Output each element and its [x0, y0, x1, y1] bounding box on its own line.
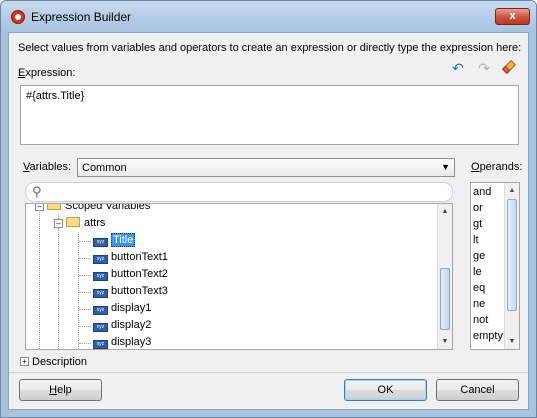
- tree-leaf-label: buttonText2: [111, 268, 168, 280]
- tree-guide: [58, 214, 59, 349]
- tree-node-scoped-variables[interactable]: – Scoped Variables: [35, 203, 151, 215]
- variables-dropdown-value: Common: [82, 162, 127, 174]
- search-icon: ⚲: [32, 184, 42, 199]
- variable-icon: xyz: [93, 255, 108, 264]
- eraser-icon[interactable]: [500, 59, 518, 77]
- folder-icon: [66, 217, 80, 227]
- app-icon: [11, 10, 25, 24]
- tree-leaf-label: display1: [111, 302, 152, 314]
- tree-guide: [79, 275, 91, 276]
- tree-guide: [79, 326, 91, 327]
- operand-item[interactable]: or: [473, 200, 483, 216]
- operand-item[interactable]: ge: [473, 248, 485, 264]
- tree-leaf-label: Title: [111, 233, 136, 247]
- folder-icon: [47, 204, 61, 210]
- scroll-down-icon[interactable]: ▼: [505, 334, 519, 349]
- expand-description-icon[interactable]: +: [20, 357, 29, 366]
- tree-leaf-label: display3: [111, 336, 152, 348]
- tree-leaf-display1[interactable]: xyz display1: [93, 300, 151, 317]
- tree-leaf-display3[interactable]: xyz display3: [93, 334, 152, 349]
- operand-item[interactable]: gt: [473, 216, 482, 232]
- operands-list[interactable]: and or gt lt ge le eq ne not empty ▲ ▼: [470, 182, 520, 350]
- operand-item[interactable]: and: [473, 184, 491, 200]
- tree-guide: [79, 343, 91, 344]
- expression-label: Expression:: [18, 67, 76, 79]
- window-title: Expression Builder: [31, 10, 132, 24]
- variable-icon: xyz: [93, 238, 108, 247]
- redo-icon[interactable]: ↷: [475, 59, 493, 77]
- cancel-button[interactable]: Cancel: [436, 379, 519, 401]
- operands-label: Operands:: [471, 161, 523, 173]
- description-label[interactable]: Description: [32, 356, 87, 368]
- divider: [9, 372, 528, 373]
- variables-tree[interactable]: – Scoped Variables – attrs xyz Title xyz but…: [25, 203, 453, 350]
- tree-leaf-display2[interactable]: xyz display2: [93, 317, 151, 334]
- variable-icon: xyz: [93, 272, 108, 281]
- tree-leaf-label: buttonText3: [111, 285, 168, 297]
- variables-dropdown[interactable]: Common ▼: [77, 158, 455, 177]
- variables-label: Variables:: [23, 161, 72, 173]
- tree-guide: [39, 204, 40, 349]
- variable-icon: xyz: [93, 306, 108, 315]
- tree-node-label: attrs: [84, 217, 106, 229]
- operand-item[interactable]: le: [473, 264, 482, 280]
- tree-leaf-label: display2: [111, 319, 152, 331]
- collapse-icon[interactable]: –: [35, 204, 44, 211]
- scrollbar-thumb[interactable]: [507, 199, 517, 311]
- title-bar: Expression Builder x: [1, 1, 536, 32]
- tree-leaf-buttontext2[interactable]: xyz buttonText2: [93, 266, 168, 283]
- variable-icon: xyz: [93, 340, 108, 349]
- close-button[interactable]: x: [495, 8, 530, 25]
- dialog-body: Select values from variables and operato…: [8, 32, 529, 410]
- scroll-up-icon[interactable]: ▲: [505, 183, 519, 198]
- tree-guide: [78, 232, 79, 349]
- help-button[interactable]: Help: [19, 379, 102, 401]
- operand-item[interactable]: ne: [473, 296, 485, 312]
- tree-leaf-title[interactable]: xyz Title: [93, 232, 136, 249]
- scroll-down-icon[interactable]: ▼: [438, 334, 452, 349]
- tree-leaf-label: buttonText1: [111, 251, 168, 263]
- collapse-icon[interactable]: –: [54, 219, 63, 228]
- undo-icon[interactable]: ↶: [449, 59, 467, 77]
- operand-item[interactable]: empty: [473, 328, 503, 344]
- scroll-up-icon[interactable]: ▲: [438, 204, 452, 219]
- scrollbar-thumb[interactable]: [440, 268, 450, 330]
- operand-item[interactable]: lt: [473, 232, 479, 248]
- tree-node-attrs[interactable]: – attrs: [54, 215, 105, 232]
- tree-scrollbar[interactable]: ▲ ▼: [437, 204, 452, 349]
- chevron-down-icon: ▼: [441, 162, 450, 172]
- ok-button[interactable]: OK: [344, 379, 427, 401]
- tree-guide: [79, 309, 91, 310]
- tree-leaf-buttontext1[interactable]: xyz buttonText1: [93, 249, 168, 266]
- variable-icon: xyz: [93, 289, 108, 298]
- expression-input[interactable]: #{attrs.Title}: [20, 85, 519, 145]
- operand-item[interactable]: eq: [473, 280, 485, 296]
- tree-leaf-buttontext3[interactable]: xyz buttonText3: [93, 283, 168, 300]
- tree-guide: [79, 241, 91, 242]
- instructions-text: Select values from variables and operato…: [18, 42, 522, 54]
- operands-scrollbar[interactable]: ▲ ▼: [504, 183, 519, 349]
- operand-item[interactable]: not: [473, 312, 488, 328]
- expression-builder-window: Expression Builder x Select values from …: [0, 0, 537, 418]
- tree-guide: [79, 292, 91, 293]
- search-input[interactable]: ⚲: [25, 182, 453, 202]
- variable-icon: xyz: [93, 323, 108, 332]
- tree-node-label: Scoped Variables: [65, 203, 151, 212]
- tree-guide: [79, 258, 91, 259]
